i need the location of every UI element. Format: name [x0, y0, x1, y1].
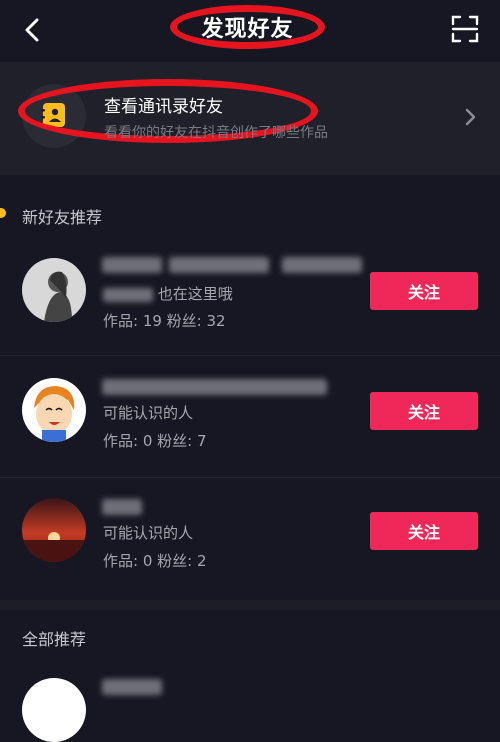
- friend-item: 也在这里哦 作品: 19 粉丝: 32 关注: [0, 240, 500, 350]
- section-separator: [0, 600, 500, 610]
- chevron-left-icon: [25, 18, 39, 42]
- chevron-right-icon: [465, 108, 476, 126]
- divider: [0, 477, 500, 478]
- friend-name-blurred: [102, 376, 327, 395]
- friend-description: 也在这里哦: [103, 283, 233, 304]
- section-title-new-friends: 新好友推荐: [22, 208, 103, 227]
- contacts-title: 查看通讯录好友: [104, 97, 223, 117]
- friend-name-blurred: [102, 496, 142, 515]
- view-contacts-row[interactable]: 查看通讯录好友 看看你的好友在抖音创作了哪些作品: [0, 62, 500, 175]
- follow-button[interactable]: 关注: [370, 272, 478, 310]
- friend-name-blurred: [102, 676, 162, 695]
- contact-card-icon: [41, 103, 65, 127]
- section-indicator-dot: [0, 208, 6, 218]
- section-title-all-recommend: 全部推荐: [22, 630, 87, 649]
- friend-item: 可能认识的人 作品: 0 粉丝: 2 关注: [0, 480, 500, 590]
- scan-icon[interactable]: [450, 14, 480, 44]
- divider: [0, 355, 500, 356]
- friend-stats: 作品: 19 粉丝: 32: [103, 312, 226, 330]
- back-button[interactable]: [14, 12, 50, 48]
- friend-stats: 作品: 0 粉丝: 2: [103, 552, 207, 570]
- avatar[interactable]: [22, 258, 86, 322]
- avatar[interactable]: [22, 678, 86, 742]
- friend-description: 可能认识的人: [103, 524, 194, 542]
- avatar[interactable]: [22, 498, 86, 562]
- friend-item: 可能认识的人 作品: 0 粉丝: 7 关注: [0, 360, 500, 470]
- friend-name-blurred: [102, 254, 363, 273]
- follow-button[interactable]: 关注: [370, 512, 478, 550]
- top-bar: 发现好友: [0, 0, 500, 60]
- friend-stats: 作品: 0 粉丝: 7: [103, 432, 207, 450]
- avatar[interactable]: [22, 378, 86, 442]
- contacts-subtitle: 看看你的好友在抖音创作了哪些作品: [104, 125, 328, 141]
- page-title: 发现好友: [201, 17, 294, 42]
- friend-description: 可能认识的人: [103, 404, 194, 422]
- title-wrap: 发现好友: [170, 5, 325, 49]
- friend-description-text: 也在这里哦: [157, 285, 233, 303]
- follow-button[interactable]: 关注: [370, 392, 478, 430]
